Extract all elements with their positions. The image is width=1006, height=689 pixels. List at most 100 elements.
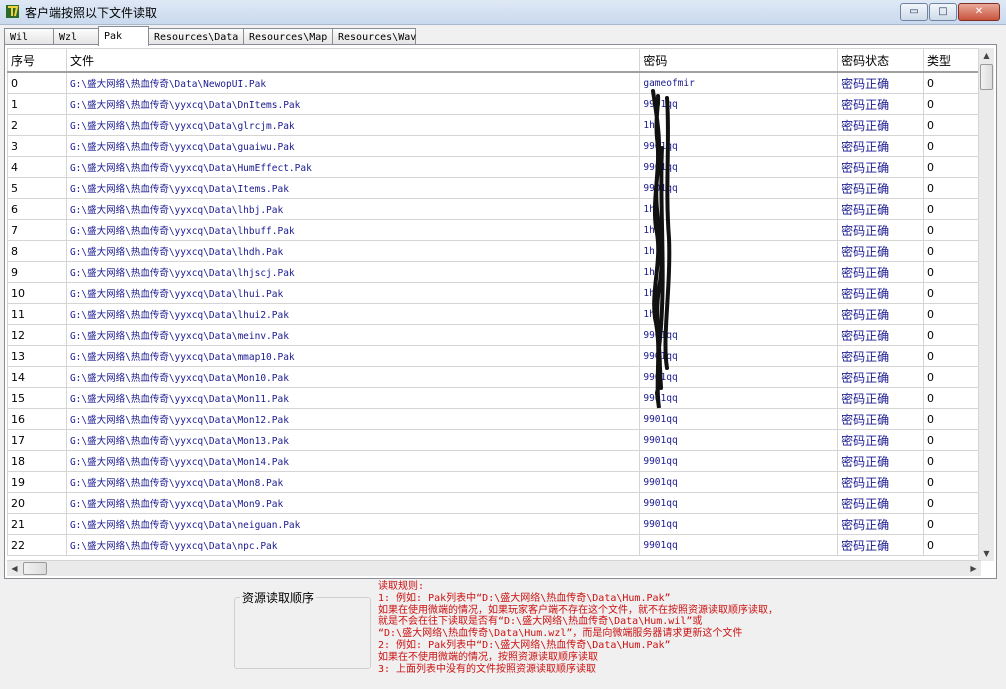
cell-password-status: 密码正确 xyxy=(837,534,925,556)
cell-password-status: 密码正确 xyxy=(837,282,925,304)
tab-resources-map[interactable]: Resources\Map xyxy=(243,28,333,45)
cell-type: 0 xyxy=(923,429,981,451)
cell-type: 0 xyxy=(923,513,981,535)
cell-password: 9901qq xyxy=(639,366,839,388)
tab-wzl[interactable]: Wzl xyxy=(53,28,99,45)
minimize-button[interactable]: ▭ xyxy=(900,3,928,21)
tab-wil[interactable]: Wil xyxy=(4,28,54,45)
cell-type: 0 xyxy=(923,408,981,430)
cell-password: 1h xyxy=(639,303,839,325)
tab-resources-wav[interactable]: Resources\Wav xyxy=(332,28,416,45)
cell-password: 9901qq xyxy=(639,450,839,472)
cell-type: 0 xyxy=(923,366,981,388)
cell-password: 9901qq xyxy=(639,93,839,115)
vertical-scrollbar[interactable]: ▲ ▼ xyxy=(978,48,994,561)
cell-file: G:\盛大网络\热血传奇\yyxcq\Data\Mon8.Pak xyxy=(65,471,641,493)
column-header-password-status[interactable]: 密码状态 xyxy=(837,48,925,73)
cell-password: 9901qq xyxy=(639,429,839,451)
tab-resources-data[interactable]: Resources\Data xyxy=(148,28,244,45)
scroll-left-icon[interactable]: ◀ xyxy=(7,561,22,576)
cell-password-status: 密码正确 xyxy=(837,345,925,367)
table-row[interactable]: 17 G:\盛大网络\热血传奇\yyxcq\Data\Mon13.Pak 9901q… xyxy=(7,429,981,451)
cell-index: 3 xyxy=(7,135,67,157)
cell-type: 0 xyxy=(923,471,981,493)
cell-file: G:\盛大网络\热血传奇\yyxcq\Data\lhbj.Pak xyxy=(65,198,641,220)
maximize-button[interactable]: □ xyxy=(929,3,957,21)
cell-password-status: 密码正确 xyxy=(837,387,925,409)
rules-line: 就是不会在往下读取是否有“D:\盛大网络\热血传奇\Data\Hum.wil”或 xyxy=(378,616,703,628)
table-row[interactable]: 11 G:\盛大网络\热血传奇\yyxcq\Data\lhui2.Pak 1h 密码正… xyxy=(7,303,981,325)
cell-index: 0 xyxy=(7,71,67,94)
table-row[interactable]: 19 G:\盛大网络\热血传奇\yyxcq\Data\Mon8.Pak 9901qq… xyxy=(7,471,981,493)
horizontal-scroll-thumb[interactable] xyxy=(23,562,47,575)
scroll-up-icon[interactable]: ▲ xyxy=(979,48,994,63)
cell-password: 9901qq xyxy=(639,387,839,409)
cell-index: 10 xyxy=(7,282,67,304)
cell-index: 6 xyxy=(7,198,67,220)
table-row[interactable]: 7 G:\盛大网络\热血传奇\yyxcq\Data\lhbuff.Pak 1h 密码正… xyxy=(7,219,981,241)
table-row[interactable]: 13 G:\盛大网络\热血传奇\yyxcq\Data\mmap10.Pak 9901… xyxy=(7,345,981,367)
cell-type: 0 xyxy=(923,240,981,262)
cell-password-status: 密码正确 xyxy=(837,324,925,346)
table-row[interactable]: 14 G:\盛大网络\热血传奇\yyxcq\Data\Mon10.Pak 9901q… xyxy=(7,366,981,388)
column-header-type[interactable]: 类型 xyxy=(923,48,981,73)
cell-file: G:\盛大网络\热血传奇\Data\NewopUI.Pak xyxy=(65,71,641,94)
cell-type: 0 xyxy=(923,93,981,115)
scroll-down-icon[interactable]: ▼ xyxy=(979,546,994,561)
cell-index: 2 xyxy=(7,114,67,136)
table-row[interactable]: 22 G:\盛大网络\热血传奇\yyxcq\Data\npc.Pak 9901qq 密… xyxy=(7,534,981,556)
table-row[interactable]: 9 G:\盛大网络\热血传奇\yyxcq\Data\lhjscj.Pak 1h 密码正… xyxy=(7,261,981,283)
table-row[interactable]: 1 G:\盛大网络\热血传奇\yyxcq\Data\DnItems.Pak 9901… xyxy=(7,93,981,115)
table-row[interactable]: 18 G:\盛大网络\热血传奇\yyxcq\Data\Mon14.Pak 9901q… xyxy=(7,450,981,472)
cell-index: 11 xyxy=(7,303,67,325)
rules-line: 如果在使用微端的情况，如果玩家客户端不存在这个文件，就不在按照资源读取顺序读取， xyxy=(378,604,778,616)
cell-index: 19 xyxy=(7,471,67,493)
table-row[interactable]: 20 G:\盛大网络\热血传奇\yyxcq\Data\Mon9.Pak 9901qq… xyxy=(7,492,981,514)
cell-password: 1h xyxy=(639,114,839,136)
rules-line: 1: 例如: Pak列表中“D:\盛大网络\热血传奇\Data\Hum.Pak” xyxy=(378,592,671,604)
column-header-index[interactable]: 序号 xyxy=(7,48,67,73)
cell-password-status: 密码正确 xyxy=(837,429,925,451)
scroll-right-icon[interactable]: ▶ xyxy=(966,561,981,576)
table-row[interactable]: 10 G:\盛大网络\热血传奇\yyxcq\Data\lhui.Pak 1h 密码正确… xyxy=(7,282,981,304)
vertical-scroll-thumb[interactable] xyxy=(980,64,993,90)
table-row[interactable]: 6 G:\盛大网络\热血传奇\yyxcq\Data\lhbj.Pak 1h 密码正确 0 xyxy=(7,198,981,220)
cell-index: 16 xyxy=(7,408,67,430)
cell-type: 0 xyxy=(923,261,981,283)
cell-password-status: 密码正确 xyxy=(837,135,925,157)
file-grid[interactable]: 序号 文件 密码 密码状态 类型 0 G:\盛大网络\热血传奇\Data\Newo… xyxy=(7,48,981,562)
table-row[interactable]: 12 G:\盛大网络\热血传奇\yyxcq\Data\meinv.Pak 9901q… xyxy=(7,324,981,346)
table-row[interactable]: 21 G:\盛大网络\热血传奇\yyxcq\Data\neiguan.Pak 990… xyxy=(7,513,981,535)
tab-pak[interactable]: Pak xyxy=(98,26,149,46)
cell-index: 21 xyxy=(7,513,67,535)
cell-password-status: 密码正确 xyxy=(837,408,925,430)
cell-password-status: 密码正确 xyxy=(837,114,925,136)
close-button[interactable]: ✕ xyxy=(958,3,1000,21)
table-row[interactable]: 8 G:\盛大网络\热血传奇\yyxcq\Data\lhdh.Pak 1h 密码正确 0 xyxy=(7,240,981,262)
cell-file: G:\盛大网络\热血传奇\yyxcq\Data\meinv.Pak xyxy=(65,324,641,346)
table-row[interactable]: 2 G:\盛大网络\热血传奇\yyxcq\Data\glrcjm.Pak 1h 密码正… xyxy=(7,114,981,136)
table-header-row: 序号 文件 密码 密码状态 类型 xyxy=(7,48,981,73)
column-header-password[interactable]: 密码 xyxy=(639,48,839,73)
cell-index: 9 xyxy=(7,261,67,283)
cell-password: 9901qq xyxy=(639,135,839,157)
cell-file: G:\盛大网络\热血传奇\yyxcq\Data\lhjscj.Pak xyxy=(65,261,641,283)
cell-type: 0 xyxy=(923,114,981,136)
cell-password: 9901qq xyxy=(639,324,839,346)
table-row[interactable]: 4 G:\盛大网络\热血传奇\yyxcq\Data\HumEffect.Pak 99… xyxy=(7,156,981,178)
table-row[interactable]: 16 G:\盛大网络\热血传奇\yyxcq\Data\Mon12.Pak 9901q… xyxy=(7,408,981,430)
table-row[interactable]: 0 G:\盛大网络\热血传奇\Data\NewopUI.Pak gameofmir 密… xyxy=(7,71,981,94)
cell-type: 0 xyxy=(923,387,981,409)
table-row[interactable]: 3 G:\盛大网络\热血传奇\yyxcq\Data\guaiwu.Pak 9901q… xyxy=(7,135,981,157)
cell-password: 1h xyxy=(639,261,839,283)
cell-password: 9901qq xyxy=(639,534,839,556)
cell-index: 14 xyxy=(7,366,67,388)
table-row[interactable]: 15 G:\盛大网络\热血传奇\yyxcq\Data\Mon11.Pak 9901q… xyxy=(7,387,981,409)
horizontal-scrollbar[interactable]: ◀ ▶ xyxy=(7,560,981,576)
column-header-file[interactable]: 文件 xyxy=(65,48,641,73)
cell-index: 4 xyxy=(7,156,67,178)
table-row[interactable]: 5 G:\盛大网络\热血传奇\yyxcq\Data\Items.Pak 9901qq… xyxy=(7,177,981,199)
rules-line: 2: 例如: Pak列表中“D:\盛大网络\热血传奇\Data\Hum.Pak” xyxy=(378,639,671,651)
tab-strip: Wil Wzl Pak Resources\Data Resources\Map… xyxy=(4,26,416,46)
cell-password-status: 密码正确 xyxy=(837,513,925,535)
